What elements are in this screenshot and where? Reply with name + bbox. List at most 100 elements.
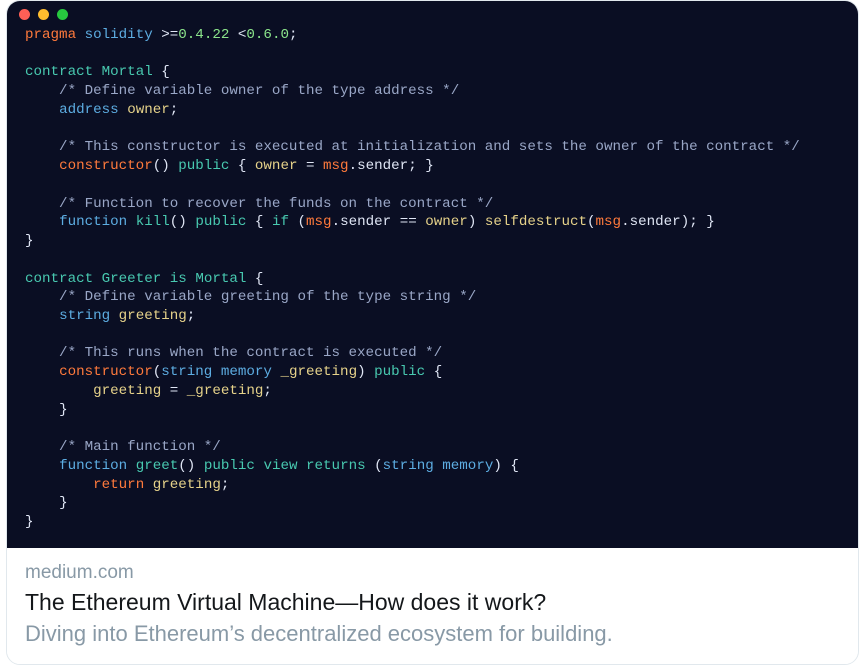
code-token-op: [297, 158, 306, 174]
code-token-comment: /* Define variable owner of the type add…: [25, 83, 459, 99]
code-token-ident: owner: [425, 214, 468, 230]
code-token-keyword: public: [204, 458, 255, 474]
code-token-keyword: contract: [25, 271, 93, 287]
code-token-comment: /* Main function */: [25, 439, 221, 455]
code-token-op: [25, 495, 59, 511]
code-token-op: [110, 308, 119, 324]
code-token-op: [417, 214, 426, 230]
code-token-op: ;: [221, 477, 230, 493]
code-token-brace: }: [25, 514, 34, 530]
code-token-op: ;: [187, 308, 196, 324]
code-token-op: [263, 214, 272, 230]
code-token-op: [417, 158, 426, 174]
window-titlebar: [7, 1, 858, 24]
code-token-prop: sender: [357, 158, 408, 174]
code-token-op: [178, 383, 187, 399]
code-token-brace: }: [706, 214, 715, 230]
code-token-op: [229, 27, 238, 43]
code-token-op: [25, 308, 59, 324]
code-token-op: [246, 271, 255, 287]
code-token-op: ): [681, 214, 690, 230]
code-token-name: Mortal: [102, 64, 153, 80]
link-preview-card[interactable]: pragma solidity >=0.4.22 <0.6.0; contrac…: [6, 0, 859, 665]
code-token-op: [434, 458, 443, 474]
code-token-pragma: return: [93, 477, 144, 493]
code-token-op: (): [178, 458, 195, 474]
code-preview-panel: pragma solidity >=0.4.22 <0.6.0; contrac…: [7, 1, 858, 548]
code-token-op: (: [374, 458, 383, 474]
code-token-msg: msg: [596, 214, 622, 230]
code-token-op: [195, 458, 204, 474]
code-token-pragma: constructor: [59, 158, 153, 174]
code-token-op: [25, 458, 59, 474]
window-close-dot: [19, 9, 30, 20]
code-token-op: [315, 158, 324, 174]
code-token-type: string: [383, 458, 434, 474]
code-token-type: solidity: [85, 27, 153, 43]
link-title: The Ethereum Virtual Machine—How does it…: [25, 588, 840, 618]
code-token-op: [153, 64, 162, 80]
code-token-op: [25, 158, 59, 174]
code-token-brace: {: [510, 458, 519, 474]
code-token-ident: owner: [127, 102, 170, 118]
code-token-op: [170, 158, 179, 174]
code-token-func: greet: [136, 458, 179, 474]
code-token-keyword: view: [263, 458, 297, 474]
code-token-type: function: [59, 214, 127, 230]
code-token-prop: sender: [340, 214, 391, 230]
code-token-op: [25, 402, 59, 418]
code-token-op: ;: [170, 102, 179, 118]
code-token-msg: msg: [323, 158, 349, 174]
code-token-op: ;: [289, 27, 298, 43]
code-token-op: [476, 214, 485, 230]
code-token-num: 0.4.22: [178, 27, 229, 43]
code-token-op: [366, 364, 375, 380]
code-token-brace: {: [434, 364, 443, 380]
code-token-op: ==: [400, 214, 417, 230]
code-token-type: memory: [442, 458, 493, 474]
code-token-ident: owner: [255, 158, 298, 174]
link-domain: medium.com: [25, 562, 840, 584]
code-token-op: (): [153, 158, 170, 174]
code-token-op: [298, 458, 307, 474]
code-token-op: [698, 214, 707, 230]
code-token-brace: }: [59, 402, 68, 418]
code-token-comment: /* This constructor is executed at initi…: [25, 139, 800, 155]
code-token-keyword: public: [195, 214, 246, 230]
code-token-pragma: constructor: [59, 364, 153, 380]
code-token-op: >=: [161, 27, 178, 43]
window-minimize-dot: [38, 9, 49, 20]
code-token-op: [93, 64, 102, 80]
code-token-keyword: if: [272, 214, 289, 230]
code-token-op: [25, 214, 59, 230]
window-zoom-dot: [57, 9, 68, 20]
code-token-brace: }: [425, 158, 434, 174]
code-token-op: [25, 364, 59, 380]
code-token-msg: msg: [306, 214, 332, 230]
code-token-ident: greeting: [93, 383, 161, 399]
code-token-prop: sender: [630, 214, 681, 230]
code-token-op: [161, 383, 170, 399]
code-token-brace: }: [59, 495, 68, 511]
code-token-op: [161, 271, 170, 287]
code-token-op: .: [349, 158, 358, 174]
code-token-op: [425, 364, 434, 380]
code-token-op: (: [153, 364, 162, 380]
code-token-op: [25, 383, 93, 399]
code-token-op: ;: [689, 214, 698, 230]
code-token-op: [144, 477, 153, 493]
code-token-op: [25, 477, 93, 493]
code-token-ident: greeting: [119, 308, 187, 324]
code-token-op: [25, 102, 59, 118]
code-token-ident: _greeting: [187, 383, 264, 399]
code-token-op: =: [170, 383, 179, 399]
code-token-type: memory: [221, 364, 272, 380]
code-token-keyword: returns: [306, 458, 366, 474]
code-token-name: Mortal: [195, 271, 246, 287]
code-token-ident: selfdestruct: [485, 214, 587, 230]
code-token-op: ;: [408, 158, 417, 174]
code-token-op: [212, 364, 221, 380]
solidity-code-block: pragma solidity >=0.4.22 <0.6.0; contrac…: [7, 24, 858, 538]
code-token-pragma: pragma: [25, 27, 76, 43]
code-token-op: .: [332, 214, 341, 230]
